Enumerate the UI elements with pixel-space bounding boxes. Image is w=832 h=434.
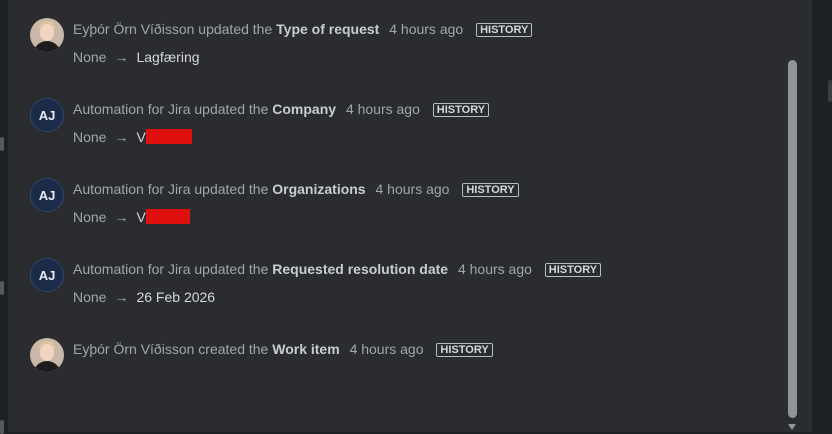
entry-summary: Automation for Jira updated the Organiza… [73,180,519,198]
history-badge: HISTORY [476,23,533,37]
automation-avatar[interactable]: AJ [30,98,64,132]
right-pane-edge [812,0,832,432]
field-name: Company [272,101,337,117]
change-values: None → V [73,128,192,146]
from-value: None [73,289,107,305]
field-name: Organizations [272,181,366,197]
arrow-right-icon: → [114,289,129,305]
edge-handle [828,80,832,102]
change-values: None → 26 Feb 2026 [73,288,215,306]
to-value: V [136,129,146,145]
arrow-right-icon: → [114,129,129,145]
timestamp[interactable]: 4 hours ago [458,261,532,277]
user-avatar[interactable] [30,338,64,372]
action-text: created the [198,341,269,357]
action-text: updated the [194,261,269,277]
actor-name[interactable]: Automation for Jira [73,101,191,117]
timestamp[interactable]: 4 hours ago [350,341,424,357]
change-values: None → Lagfæring [73,48,200,66]
field-name: Requested resolution date [272,261,449,277]
field-name: Work item [272,341,340,357]
actor-name[interactable]: Automation for Jira [73,181,191,197]
to-value: V [136,209,146,225]
to-value: Lagfæring [136,49,200,65]
timestamp[interactable]: 4 hours ago [346,101,420,117]
redaction-block [145,209,190,224]
actor-name[interactable]: Automation for Jira [73,261,191,277]
change-values: None → V [73,208,190,226]
history-entry: AJ Automation for Jira updated the Organ… [8,178,768,238]
edge-handle [0,137,4,151]
actor-name[interactable]: Eyþór Örn Víðisson [73,341,194,357]
scroll-down-icon[interactable] [788,424,796,430]
entry-summary: Automation for Jira updated the Company … [73,100,490,118]
timestamp[interactable]: 4 hours ago [376,181,450,197]
user-avatar[interactable] [30,18,64,52]
automation-avatar[interactable]: AJ [30,258,64,292]
to-value: 26 Feb 2026 [136,289,216,305]
entry-summary: Eyþór Örn Víðisson updated the Type of r… [73,20,533,38]
from-value: None [73,129,107,145]
history-entry: Eyþór Örn Víðisson created the Work item… [8,338,768,398]
field-name: Type of request [276,21,380,37]
redaction-block [145,129,192,144]
entry-summary: Automation for Jira updated the Requeste… [73,260,602,278]
automation-avatar[interactable]: AJ [30,178,64,212]
history-entry: AJ Automation for Jira updated the Compa… [8,98,768,158]
from-value: None [73,209,107,225]
action-text: updated the [198,21,273,37]
timestamp[interactable]: 4 hours ago [389,21,463,37]
from-value: None [73,49,107,65]
history-entry: Eyþór Örn Víðisson updated the Type of r… [8,18,768,78]
action-text: updated the [194,101,269,117]
history-panel: Eyþór Örn Víðisson updated the Type of r… [8,0,812,432]
vertical-scrollbar-thumb[interactable] [788,60,797,418]
history-badge: HISTORY [544,263,602,277]
action-text: updated the [194,181,269,197]
history-badge: HISTORY [462,183,519,197]
entry-summary: Eyþór Örn Víðisson created the Work item… [73,340,493,358]
history-badge: HISTORY [436,343,493,357]
arrow-right-icon: → [114,49,129,65]
arrow-right-icon: → [114,209,129,225]
history-entry: AJ Automation for Jira updated the Reque… [8,258,768,318]
actor-name[interactable]: Eyþór Örn Víðisson [73,21,194,37]
history-badge: HISTORY [432,103,490,117]
edge-handle [0,281,4,295]
